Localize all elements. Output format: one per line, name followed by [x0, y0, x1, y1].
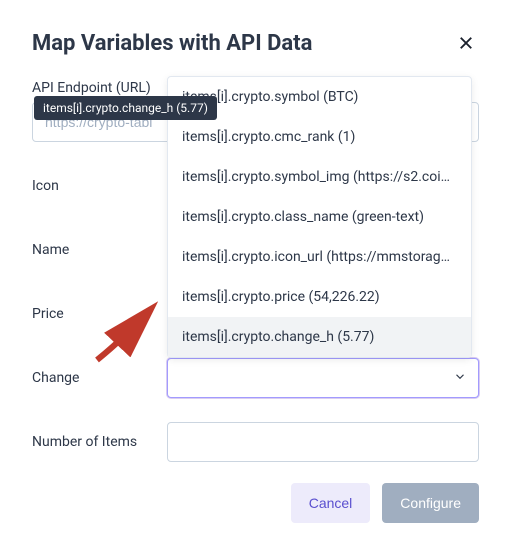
number-items-label: Number of Items: [32, 434, 167, 450]
dropdown-item[interactable]: items[i].crypto.price (54,226.22): [168, 277, 471, 317]
configure-button[interactable]: Configure: [382, 483, 479, 523]
cancel-button[interactable]: Cancel: [291, 483, 371, 523]
close-icon: [457, 34, 475, 52]
icon-label: Icon: [32, 178, 167, 194]
annotation-arrow: [92, 300, 162, 369]
tooltip: items[i].crypto.change_h (5.77): [34, 96, 217, 120]
modal-title: Map Variables with API Data: [32, 31, 312, 56]
number-items-row: Number of Items: [32, 422, 479, 462]
dropdown-item[interactable]: items[i].crypto.symbol_img (https://s2.c…: [168, 157, 471, 197]
change-label: Change: [32, 370, 167, 386]
change-select-wrap: [167, 358, 479, 398]
dropdown-item[interactable]: items[i].crypto.class_name (green-text): [168, 197, 471, 237]
name-label: Name: [32, 242, 167, 258]
change-select[interactable]: [167, 358, 479, 398]
modal-header: Map Variables with API Data: [32, 30, 479, 56]
number-items-input[interactable]: [167, 422, 479, 462]
dropdown-item[interactable]: items[i].crypto.cmc_rank (1): [168, 117, 471, 157]
dropdown-item[interactable]: items[i].crypto.icon_url (https://mmstor…: [168, 237, 471, 277]
close-button[interactable]: [453, 30, 479, 56]
dropdown-item[interactable]: items[i].crypto.change_h (5.77): [168, 317, 471, 357]
modal-footer: Cancel Configure: [291, 483, 479, 523]
endpoint-label: API Endpoint (URL): [32, 80, 167, 96]
